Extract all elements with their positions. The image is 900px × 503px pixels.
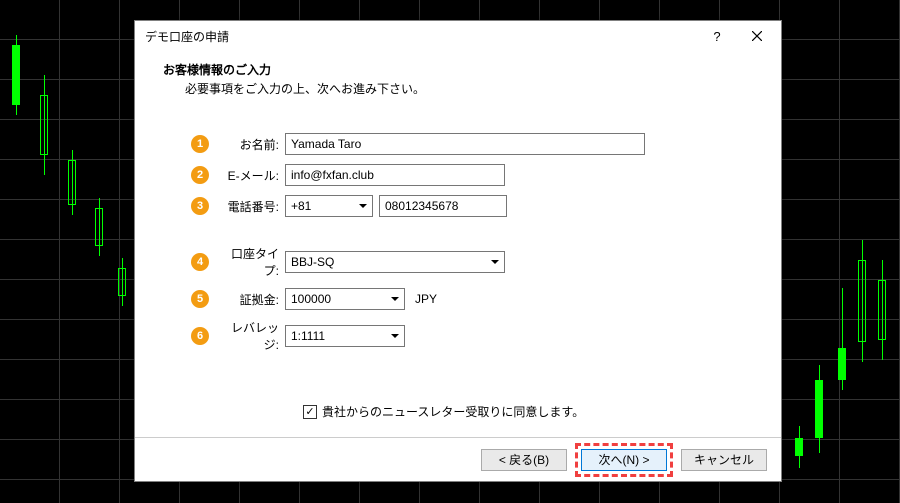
currency-label: JPY	[415, 292, 437, 306]
header-block: お客様情報のご入力 必要事項をご入力の上、次へお進み下さい。	[163, 61, 753, 97]
label-deposit: 証拠金:	[217, 291, 279, 308]
badge-2: 2	[191, 166, 209, 184]
country-code-select[interactable]: +81	[285, 195, 373, 217]
badge-6: 6	[191, 327, 209, 345]
badge-3: 3	[191, 197, 209, 215]
badge-1: 1	[191, 135, 209, 153]
highlight-next: 次へ(N) >	[575, 443, 673, 477]
close-icon	[752, 31, 762, 41]
form: 1 お名前: 2 E-メール: 3 電話番号: +81 4 口座タイプ: B	[191, 133, 753, 420]
check-icon: ✓	[305, 405, 314, 418]
newsletter-checkbox[interactable]: ✓	[303, 405, 317, 419]
badge-4: 4	[191, 253, 209, 271]
cancel-button[interactable]: キャンセル	[681, 449, 767, 471]
dialog-footer: < 戻る(B) 次へ(N) > キャンセル	[135, 437, 781, 481]
badge-5: 5	[191, 290, 209, 308]
titlebar: デモ口座の申請 ?	[135, 21, 781, 51]
row-name: 1 お名前:	[191, 133, 753, 155]
next-button[interactable]: 次へ(N) >	[581, 449, 667, 471]
row-phone: 3 電話番号: +81	[191, 195, 753, 217]
phone-input[interactable]	[379, 195, 507, 217]
demo-account-dialog: デモ口座の申請 ? お客様情報のご入力 必要事項をご入力の上、次へお進み下さい。…	[134, 20, 782, 482]
deposit-select[interactable]: 100000	[285, 288, 405, 310]
consent-row: ✓ 貴社からのニュースレター受取りに同意します。	[303, 403, 753, 420]
header-subtitle: 必要事項をご入力の上、次へお進み下さい。	[185, 80, 753, 97]
help-button[interactable]: ?	[697, 23, 737, 49]
dialog-title: デモ口座の申請	[145, 28, 697, 45]
row-email: 2 E-メール:	[191, 164, 753, 186]
row-account-type: 4 口座タイプ: BBJ-SQ	[191, 245, 753, 279]
email-input[interactable]	[285, 164, 505, 186]
leverage-select[interactable]: 1:1111	[285, 325, 405, 347]
back-button[interactable]: < 戻る(B)	[481, 449, 567, 471]
close-button[interactable]	[737, 23, 777, 49]
dialog-content: お客様情報のご入力 必要事項をご入力の上、次へお進み下さい。 1 お名前: 2 …	[135, 51, 781, 437]
label-phone: 電話番号:	[217, 198, 279, 215]
name-input[interactable]	[285, 133, 645, 155]
row-deposit: 5 証拠金: 100000 JPY	[191, 288, 753, 310]
label-name: お名前:	[217, 136, 279, 153]
account-type-select[interactable]: BBJ-SQ	[285, 251, 505, 273]
consent-label: 貴社からのニュースレター受取りに同意します。	[322, 403, 584, 420]
header-title: お客様情報のご入力	[163, 61, 753, 78]
label-leverage: レバレッジ:	[217, 319, 279, 353]
row-leverage: 6 レバレッジ: 1:1111	[191, 319, 753, 353]
label-email: E-メール:	[217, 167, 279, 184]
label-account-type: 口座タイプ:	[217, 245, 279, 279]
